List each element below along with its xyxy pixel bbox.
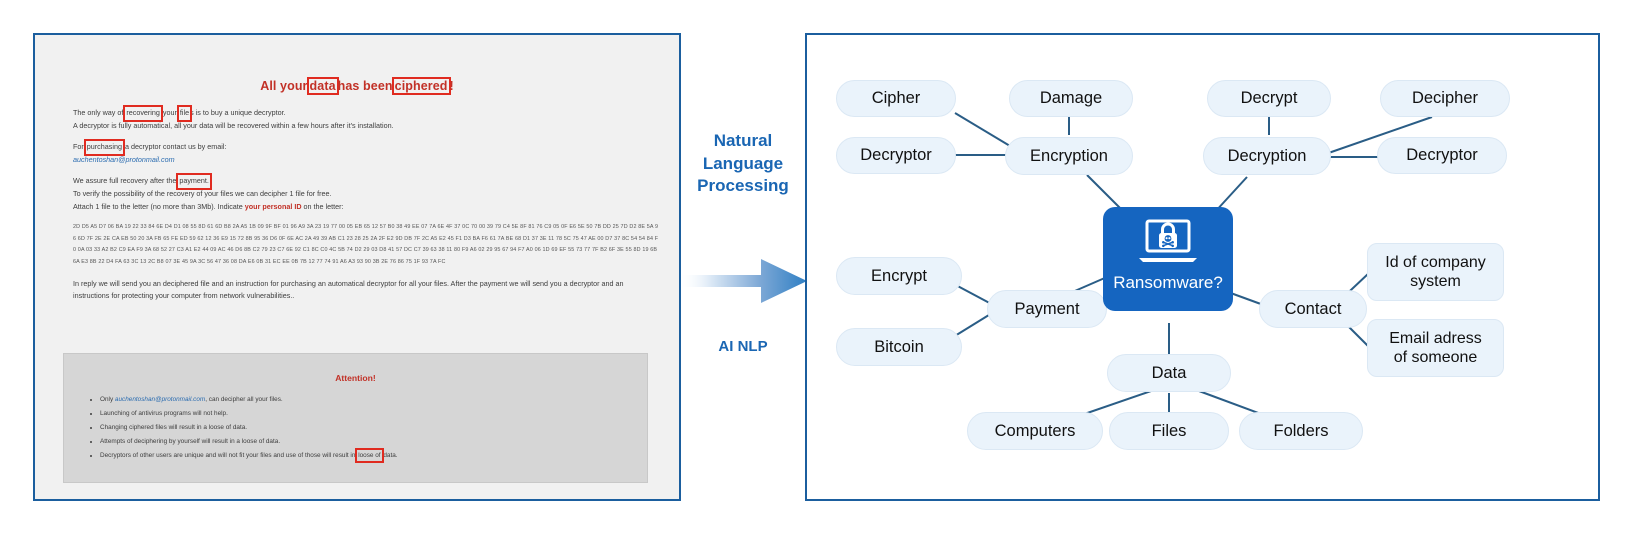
personal-id-hex-block: 2D D5 A5 D7 06 BA 19 22 33 84 6E D4 D1 0… — [73, 224, 659, 265]
p3-line3-a: Attach 1 file to the letter (no more tha… — [73, 201, 245, 211]
mindmap-node-decryptor-left[interactable]: Decryptor — [836, 137, 956, 174]
mindmap-node-damage[interactable]: Damage — [1009, 80, 1133, 117]
mindmap-node-computers[interactable]: Computers — [967, 412, 1103, 450]
node-label: Payment — [1014, 299, 1080, 318]
list-item: Attempts of deciphering by yourself will… — [100, 436, 647, 448]
node-label: Data — [1151, 363, 1187, 382]
mindmap-node-encrypt[interactable]: Encrypt — [836, 257, 962, 295]
bullet1-email-link[interactable]: auchentoshan@protonmail.com — [115, 396, 205, 403]
note-paragraph-4: In reply we will send you an deciphered … — [73, 278, 624, 301]
p1-text-c: s is to buy a unique decryptor. — [190, 108, 286, 117]
attention-title: Attention! — [335, 373, 376, 383]
bullet1-post: , can decipher all your files. — [205, 396, 283, 403]
list-item: Launching of antivirus programs will not… — [100, 408, 647, 420]
mindmap-node-folders[interactable]: Folders — [1239, 412, 1363, 450]
bullet5-post: data. — [381, 451, 398, 459]
bullet1-pre: Only — [100, 396, 115, 403]
note-paragraph-3: We assure full recovery after the paymen… — [73, 175, 659, 213]
mindmap-panel: Cipher Damage Decrypt Decipher Decryptor… — [805, 33, 1600, 501]
mindmap-node-data[interactable]: Data — [1107, 354, 1231, 392]
list-item: Decryptors of other users are unique and… — [100, 450, 647, 462]
node-label: Decipher — [1411, 89, 1479, 107]
mindmap-node-id-of-company-system[interactable]: Id of company system — [1367, 243, 1504, 301]
highlight-loose-of: loose of — [357, 450, 381, 462]
p1-text-b: your — [160, 108, 179, 117]
note-paragraph-2: For purchasing a decryptor contact us by… — [73, 141, 659, 166]
title-seg-1: All your — [260, 79, 308, 93]
nlp-line-3: Processing — [697, 176, 789, 195]
node-label: Decryption — [1227, 146, 1307, 165]
mindmap-center-node-ransomware[interactable]: Ransomware? — [1103, 207, 1233, 311]
right-arrow-icon — [679, 251, 809, 311]
ransom-note-panel: All your data has been ciphered! The onl… — [33, 33, 681, 501]
p2-text-b: a decryptor contact us by email: — [122, 142, 227, 152]
node-label: Files — [1151, 421, 1187, 440]
node-label: Computers — [994, 421, 1076, 440]
node-label: Decryptor — [1406, 146, 1478, 164]
p3-text-a: We assure full recovery after the — [73, 176, 179, 186]
ransom-note-title: All your data has been ciphered! — [35, 79, 679, 93]
title-highlight-ciphered: ciphered — [394, 79, 448, 93]
mindmap-node-decipher[interactable]: Decipher — [1380, 80, 1510, 117]
center-node-label: Ransomware? — [1113, 273, 1223, 292]
p3-line2: To verify the possibility of the recover… — [73, 188, 332, 198]
note-paragraph-1: The only way of recovering your files is… — [73, 107, 659, 132]
laptop-lock-skull-icon — [1136, 218, 1200, 271]
p3-line3-b: on the letter: — [301, 201, 344, 211]
nlp-label: Natural Language Processing — [681, 130, 805, 198]
title-seg-2: has been — [337, 79, 393, 93]
node-label: Encryption — [1030, 146, 1108, 165]
attention-box: Attention! Only auchentoshan@protonmail.… — [63, 353, 648, 483]
nlp-line-1: Natural — [713, 131, 773, 150]
highlight-purchasing: purchasing — [86, 141, 123, 154]
ransom-note-body: The only way of recovering your files is… — [73, 107, 659, 312]
p1-line2: A decryptor is fully automatical, all yo… — [73, 120, 394, 130]
highlight-payment: payment. — [178, 175, 210, 188]
mindmap-node-encryption[interactable]: Encryption — [1005, 137, 1133, 175]
node-label: Contact — [1284, 299, 1342, 318]
ransom-note-content: All your data has been ciphered! The onl… — [35, 35, 679, 499]
contact-email-link[interactable]: auchentoshan@protonmail.com — [73, 155, 175, 164]
node-label: Email adress of someone — [1389, 330, 1482, 366]
highlight-file: file — [179, 107, 190, 120]
mindmap-node-files[interactable]: Files — [1109, 412, 1229, 450]
mindmap-node-decryption[interactable]: Decryption — [1203, 137, 1331, 175]
p1-text-a: The only way of — [73, 108, 126, 117]
mindmap-node-cipher[interactable]: Cipher — [836, 80, 956, 117]
mindmap-node-email-adress-of-someone[interactable]: Email adress of someone — [1367, 319, 1504, 377]
mindmap-node-payment[interactable]: Payment — [987, 290, 1107, 328]
nlp-line-2: Language — [702, 153, 784, 173]
title-highlight-data: data — [309, 79, 336, 93]
attention-bullet-list: Only auchentoshan@protonmail.com, can de… — [64, 394, 647, 461]
mindmap-node-bitcoin[interactable]: Bitcoin — [836, 328, 962, 366]
ai-nlp-label: AI NLP — [718, 338, 768, 355]
node-label: Id of company system — [1385, 254, 1486, 290]
node-label: Cipher — [871, 89, 921, 107]
title-seg-3: ! — [449, 79, 454, 93]
personal-id-emphasis: your personal ID — [244, 201, 302, 211]
nlp-transform-section: Natural Language Processing AI NLP — [681, 33, 807, 501]
bullet5-pre: Decryptors of other users are unique and… — [100, 451, 358, 459]
node-label: Folders — [1273, 421, 1329, 440]
p2-text-a: For — [73, 142, 86, 152]
node-label: Damage — [1039, 89, 1103, 107]
list-item: Only auchentoshan@protonmail.com, can de… — [100, 394, 647, 406]
highlight-recovering: recovering — [125, 107, 161, 120]
list-item: Changing ciphered files will result in a… — [100, 422, 647, 434]
mindmap-node-decrypt[interactable]: Decrypt — [1207, 80, 1331, 117]
mindmap-node-contact[interactable]: Contact — [1259, 290, 1367, 328]
node-label: Encrypt — [871, 266, 927, 285]
node-label: Decryptor — [860, 146, 932, 164]
mindmap-node-decryptor-right[interactable]: Decryptor — [1377, 137, 1507, 174]
node-label: Bitcoin — [874, 337, 924, 356]
node-label: Decrypt — [1240, 89, 1298, 107]
